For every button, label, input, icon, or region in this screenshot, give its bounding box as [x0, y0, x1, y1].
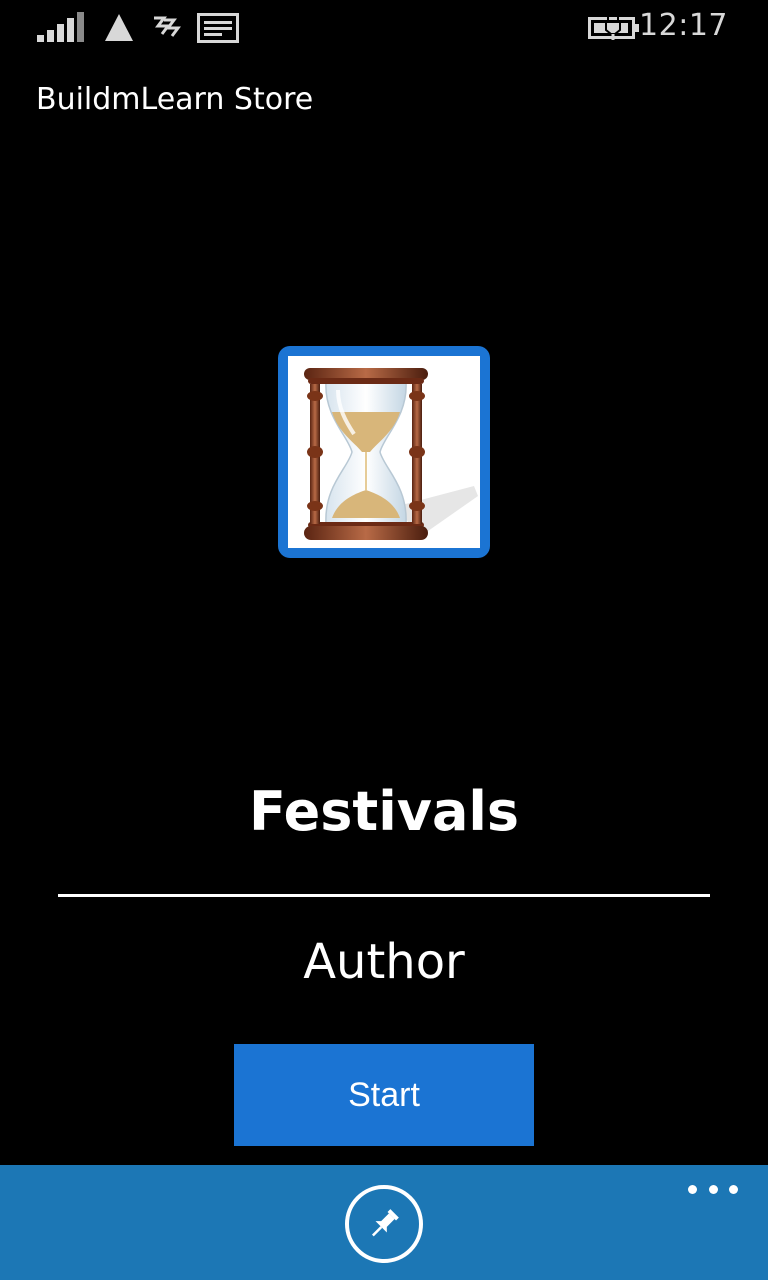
pin-icon	[371, 1209, 399, 1237]
pin-button[interactable]	[345, 1185, 423, 1263]
app-title: BuildmLearn Store	[36, 82, 314, 117]
network-triangle-icon	[105, 14, 133, 41]
signal-icon	[37, 12, 87, 42]
screen: 12:17 BuildmLearn Store Festivals Author…	[0, 0, 768, 1280]
data-wave-icon	[154, 16, 181, 37]
more-dots-icon[interactable]	[688, 1179, 738, 1199]
set-image-tile	[278, 346, 490, 558]
start-button[interactable]: Start	[234, 1044, 534, 1146]
status-bar: 12:17	[0, 0, 768, 56]
app-bar	[0, 1165, 768, 1280]
message-icon	[197, 13, 239, 43]
battery-charging-icon	[588, 16, 639, 40]
set-title: Festivals	[248, 780, 520, 843]
hourglass-icon	[304, 368, 478, 540]
clock: 12:17	[639, 8, 728, 43]
author-label: Author	[303, 934, 465, 990]
divider	[58, 894, 710, 897]
